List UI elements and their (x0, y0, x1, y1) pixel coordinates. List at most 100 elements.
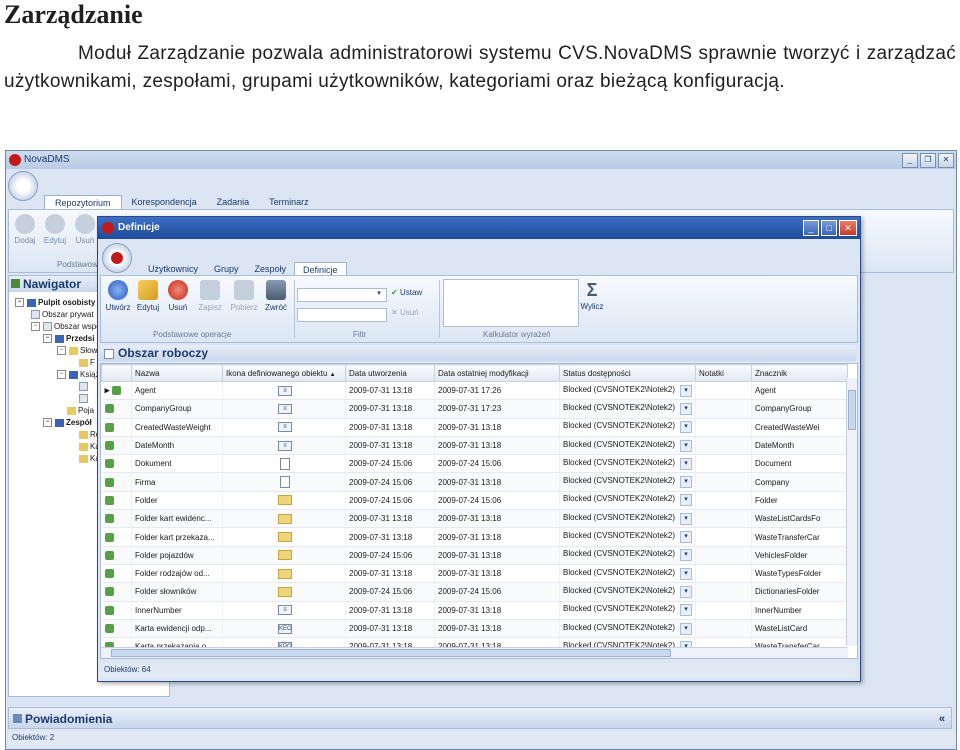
table-row[interactable]: Dokument 2009-07-24 15:06 2009-07-24 15:06… (101, 454, 848, 474)
notifications-panel[interactable]: Powiadomienia « (8, 707, 952, 729)
row-selector[interactable] (101, 509, 132, 529)
cell-status[interactable]: Blocked (CVSNOTEK2\Notek2) ▾ (559, 491, 696, 511)
table-row[interactable]: Folder kart przekaza... 2009-07-31 13:18 2… (101, 527, 848, 547)
app-menu-button[interactable] (8, 171, 38, 201)
tree-item-sub-1[interactable] (79, 382, 90, 392)
fetch-button[interactable]: Pobierz (229, 280, 259, 312)
restore-button[interactable]: ❐ (920, 153, 936, 168)
cell-status[interactable]: Blocked (CVSNOTEK2\Notek2) ▾ (559, 399, 696, 419)
chevron-down-icon[interactable]: ▾ (680, 604, 692, 617)
tab-repozytorium[interactable]: Repozytorium (44, 195, 122, 210)
row-selector[interactable] (101, 527, 132, 547)
tree-item-sub-2[interactable] (79, 394, 90, 404)
chevron-down-icon[interactable]: ▾ (680, 402, 692, 415)
tab-zadania[interactable]: Zadania (207, 195, 260, 210)
dialog-close-button[interactable]: ✕ (839, 220, 857, 236)
create-button[interactable]: Utwórz (103, 280, 133, 312)
cell-status[interactable]: Blocked (CVSNOTEK2\Notek2) ▾ (559, 454, 696, 474)
row-selector[interactable] (101, 546, 132, 565)
column-header-tag[interactable]: Znacznik (751, 364, 848, 382)
delete-button[interactable]: Usuń (71, 214, 99, 245)
tree-item-obszar-prywatny[interactable]: Obszar prywat (31, 310, 94, 320)
table-row[interactable]: Folder rodzajów od... 2009-07-31 13:18 200… (101, 564, 848, 584)
table-row[interactable]: CreatedWasteWeight ≡ 2009-07-31 13:18 2009-… (101, 418, 848, 437)
cell-status[interactable]: Blocked (CVSNOTEK2\Notek2) ▾ (559, 564, 696, 584)
cell-status[interactable]: Blocked (CVSNOTEK2\Notek2) ▾ (559, 418, 696, 437)
table-row[interactable]: Folder pojazdów 2009-07-24 15:06 2009-07-3… (101, 546, 848, 565)
table-row[interactable]: ▶ Agent ≡ 2009-07-31 13:18 2009-07-31 17:26… (101, 381, 848, 401)
close-button[interactable]: ✕ (938, 153, 954, 168)
column-header-notes[interactable]: Notatki (695, 364, 752, 382)
column-header-created[interactable]: Data utworzenia (345, 364, 435, 382)
tab-terminarz[interactable]: Terminarz (259, 195, 319, 210)
cell-status[interactable]: Blocked (CVSNOTEK2\Notek2) ▾ (559, 601, 696, 620)
apply-filter-button[interactable]: ✔ Ustaw (391, 288, 422, 297)
cell-status[interactable]: Blocked (CVSNOTEK2\Notek2) ▾ (559, 472, 696, 492)
chevron-down-icon[interactable]: ▾ (680, 457, 692, 470)
column-header-selector[interactable] (101, 364, 132, 382)
filter-input[interactable] (297, 308, 387, 322)
edit-button[interactable]: Edytuj (41, 214, 69, 245)
tree-item-zespol[interactable]: − Zespół (43, 418, 92, 428)
table-row[interactable]: Folder kart ewidenc... 2009-07-31 13:18 20… (101, 509, 848, 529)
tree-item-pulpit[interactable]: − Pulpit osobisty (15, 298, 95, 308)
add-button[interactable]: Dodaj (11, 214, 39, 245)
column-header-status[interactable]: Status dostępności (559, 364, 696, 382)
tree-item-przedsiebiorstwo[interactable]: − Przedsi (43, 334, 94, 344)
tree-item-obszar-wspolny[interactable]: − Obszar wspó (31, 322, 101, 332)
chevron-down-icon[interactable]: ▾ (374, 289, 384, 299)
chevron-down-icon[interactable]: ▾ (680, 421, 692, 434)
table-row[interactable]: DateMonth ≡ 2009-07-31 13:18 2009-07-31 13:… (101, 436, 848, 456)
cell-status[interactable]: Blocked (CVSNOTEK2\Notek2) ▾ (559, 546, 696, 565)
chevron-down-icon[interactable]: ▾ (680, 531, 692, 544)
table-row[interactable]: Firma 2009-07-24 15:06 2009-07-31 13:18 Blo… (101, 472, 848, 492)
chevron-down-icon[interactable]: ▾ (680, 439, 692, 452)
table-row[interactable]: Folder 2009-07-24 15:06 2009-07-24 15:06 Bl… (101, 491, 848, 511)
table-row[interactable]: CompanyGroup ≡ 2009-07-31 13:18 2009-07-31 … (101, 399, 848, 419)
delete-button[interactable]: Usuń (163, 280, 193, 312)
row-selector[interactable] (101, 436, 132, 456)
return-button[interactable]: Zwróć (261, 280, 291, 312)
row-selector[interactable] (101, 619, 132, 639)
cell-status[interactable]: Blocked (CVSNOTEK2\Notek2) ▾ (559, 582, 696, 602)
filter-select[interactable]: ▾ (297, 288, 387, 302)
cell-status[interactable]: Blocked (CVSNOTEK2\Notek2) ▾ (559, 509, 696, 529)
row-selector[interactable] (101, 491, 132, 511)
dialog-menu-button[interactable] (102, 243, 132, 273)
row-selector[interactable] (101, 399, 132, 419)
row-selector[interactable]: ▶ (101, 381, 132, 401)
row-selector[interactable] (101, 454, 132, 474)
chevron-down-icon[interactable]: ▾ (680, 494, 692, 507)
vertical-scrollbar[interactable] (846, 378, 857, 646)
tree-item-f[interactable]: F (79, 358, 95, 367)
edit-button[interactable]: Edytuj (133, 280, 163, 312)
expand-up-icon[interactable]: « (939, 708, 945, 730)
tree-item-pojazdy[interactable]: Poja (67, 406, 94, 415)
cell-status[interactable]: Blocked (CVSNOTEK2\Notek2) ▾ (559, 381, 696, 401)
row-selector[interactable] (101, 564, 132, 584)
minimize-button[interactable]: _ (902, 153, 918, 168)
column-header-modified[interactable]: Data ostatniej modyfikacji (434, 364, 560, 382)
chevron-down-icon[interactable]: ▾ (680, 476, 692, 489)
tree-item-slowniki[interactable]: − Słow (57, 346, 97, 356)
tree-item-ksiazka[interactable]: − Książ (57, 370, 100, 380)
column-header-name[interactable]: Nazwa (131, 364, 223, 382)
table-row[interactable]: Karta ewidencji odp... KEO 2009-07-31 13:1… (101, 619, 848, 639)
row-selector[interactable] (101, 472, 132, 492)
chevron-down-icon[interactable]: ▾ (680, 512, 692, 525)
cell-status[interactable]: Blocked (CVSNOTEK2\Notek2) ▾ (559, 436, 696, 456)
chevron-down-icon[interactable]: ▾ (680, 384, 692, 397)
chevron-down-icon[interactable]: ▾ (680, 549, 692, 562)
tab-korespondencja[interactable]: Korespondencja (122, 195, 207, 210)
chevron-down-icon[interactable]: ▾ (680, 585, 692, 598)
row-selector[interactable] (101, 418, 132, 437)
cell-status[interactable]: Blocked (CVSNOTEK2\Notek2) ▾ (559, 527, 696, 547)
column-header-icon[interactable]: Ikona definiowanego obiektu ▲ (222, 364, 346, 382)
cell-status[interactable]: Blocked (CVSNOTEK2\Notek2) ▾ (559, 619, 696, 639)
table-row[interactable]: InnerNumber ≡ 2009-07-31 13:18 2009-07-31 1… (101, 601, 848, 620)
horizontal-scrollbar[interactable] (101, 647, 847, 658)
row-selector[interactable] (101, 582, 132, 602)
table-row[interactable]: Folder słowników 2009-07-24 15:06 2009-07-… (101, 582, 848, 602)
dialog-minimize-button[interactable]: _ (803, 220, 819, 236)
clear-filter-button[interactable]: ✕ Usuń (391, 308, 419, 317)
